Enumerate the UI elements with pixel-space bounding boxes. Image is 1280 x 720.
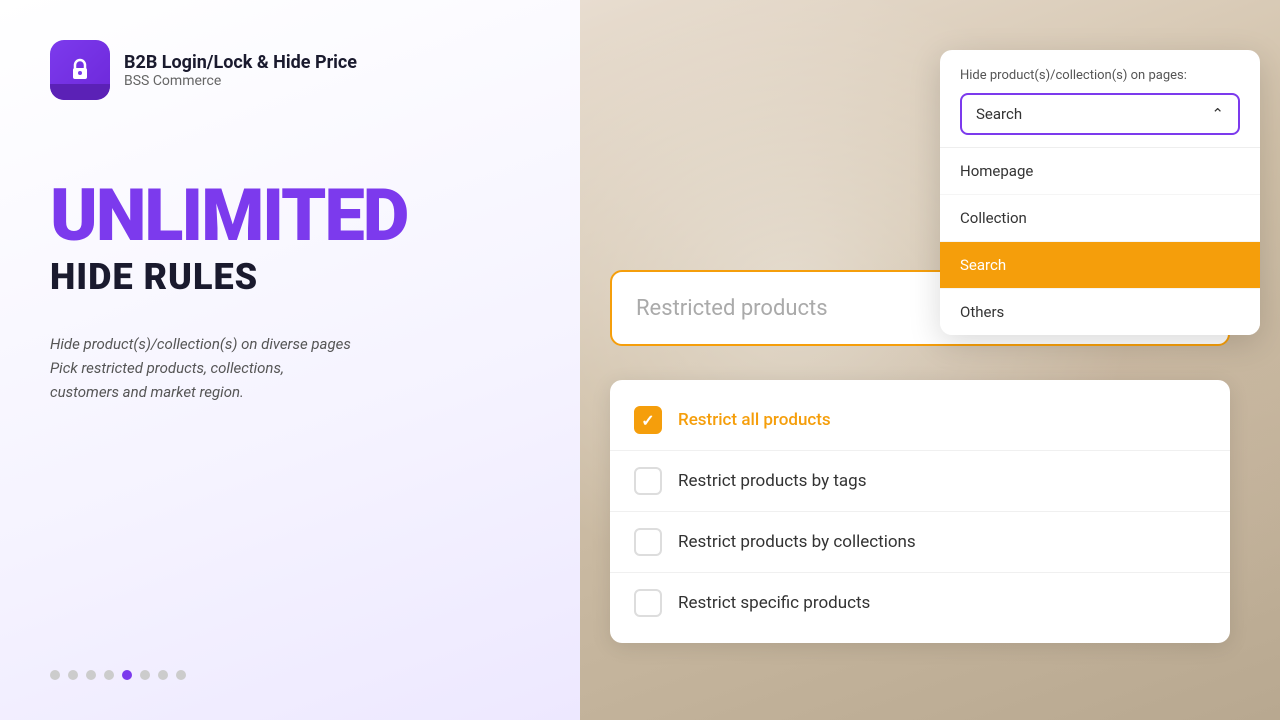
dots-nav bbox=[50, 670, 530, 680]
checkbox-by-collections[interactable] bbox=[634, 528, 662, 556]
dropdown-option-homepage[interactable]: Homepage bbox=[940, 148, 1260, 195]
checkbox-label-all-products: Restrict all products bbox=[678, 410, 831, 430]
checkbox-item-specific-products[interactable]: Restrict specific products bbox=[610, 573, 1230, 633]
right-panel: Hide product(s)/collection(s) on pages: … bbox=[580, 0, 1280, 720]
ui-overlay: Hide product(s)/collection(s) on pages: … bbox=[610, 20, 1260, 700]
dot-2[interactable] bbox=[68, 670, 78, 680]
checkbox-label-by-collections: Restrict products by collections bbox=[678, 532, 916, 552]
dropdown-option-collection[interactable]: Collection bbox=[940, 195, 1260, 242]
dropdown-label: Hide product(s)/collection(s) on pages: bbox=[960, 68, 1240, 83]
dot-4[interactable] bbox=[104, 670, 114, 680]
app-title: B2B Login/Lock & Hide Price bbox=[124, 52, 357, 73]
unlimited-text: UNLIMITED bbox=[50, 180, 530, 252]
main-heading: UNLIMITED HIDE RULES bbox=[50, 180, 530, 298]
checkbox-item-all-products[interactable]: Restrict all products bbox=[610, 390, 1230, 451]
dropdown-header: Hide product(s)/collection(s) on pages: … bbox=[940, 50, 1260, 148]
checkbox-by-tags[interactable] bbox=[634, 467, 662, 495]
dropdown-selected[interactable]: Search ⌃ bbox=[960, 93, 1240, 135]
dot-6[interactable] bbox=[140, 670, 150, 680]
checkbox-item-by-tags[interactable]: Restrict products by tags bbox=[610, 451, 1230, 512]
dropdown-option-search[interactable]: Search bbox=[940, 242, 1260, 289]
dot-5-active[interactable] bbox=[122, 670, 132, 680]
dot-1[interactable] bbox=[50, 670, 60, 680]
app-logo-icon bbox=[50, 40, 110, 100]
dropdown-selected-value: Search bbox=[976, 105, 1022, 123]
app-subtitle: BSS Commerce bbox=[124, 73, 357, 89]
dropdown-option-others[interactable]: Others bbox=[940, 289, 1260, 335]
logo-text: B2B Login/Lock & Hide Price BSS Commerce bbox=[124, 52, 357, 89]
checkbox-label-specific-products: Restrict specific products bbox=[678, 593, 870, 613]
dropdown-list: Homepage Collection Search Others bbox=[940, 148, 1260, 335]
checkbox-specific-products[interactable] bbox=[634, 589, 662, 617]
dot-3[interactable] bbox=[86, 670, 96, 680]
checkbox-item-by-collections[interactable]: Restrict products by collections bbox=[610, 512, 1230, 573]
dot-8[interactable] bbox=[176, 670, 186, 680]
checkbox-all-products[interactable] bbox=[634, 406, 662, 434]
chevron-up-icon: ⌃ bbox=[1211, 105, 1224, 123]
logo-area: B2B Login/Lock & Hide Price BSS Commerce bbox=[50, 40, 530, 100]
restricted-title: Restricted products bbox=[636, 296, 828, 321]
dot-7[interactable] bbox=[158, 670, 168, 680]
checkbox-label-by-tags: Restrict products by tags bbox=[678, 471, 867, 491]
left-panel: B2B Login/Lock & Hide Price BSS Commerce… bbox=[0, 0, 580, 720]
description: Hide product(s)/collection(s) on diverse… bbox=[50, 332, 530, 404]
dropdown-card: Hide product(s)/collection(s) on pages: … bbox=[940, 50, 1260, 335]
hide-rules-text: HIDE RULES bbox=[50, 256, 530, 298]
checkboxes-card: Restrict all products Restrict products … bbox=[610, 380, 1230, 643]
